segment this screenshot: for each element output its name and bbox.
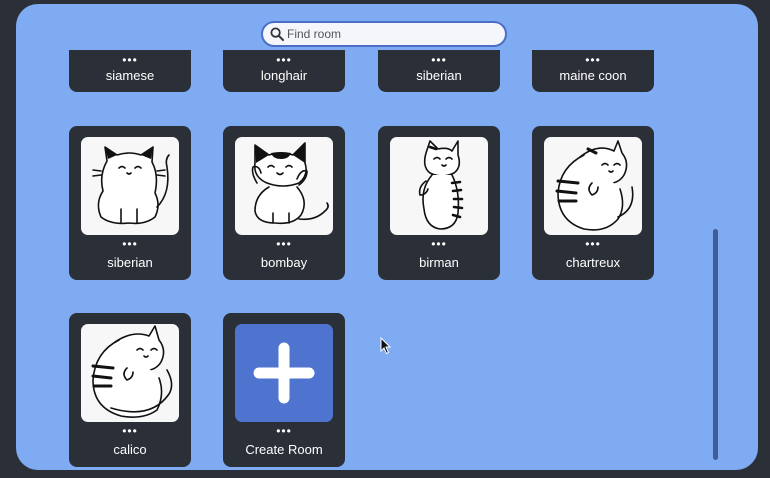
room-card-longhair[interactable]: ••• longhair xyxy=(223,50,345,92)
room-menu-icon[interactable]: ••• xyxy=(532,54,654,66)
room-menu-icon[interactable]: ••• xyxy=(69,54,191,66)
create-room-card[interactable]: ••• Create Room xyxy=(223,313,345,467)
room-menu-icon[interactable]: ••• xyxy=(378,54,500,66)
room-menu-icon[interactable]: ••• xyxy=(223,238,345,250)
room-thumbnail xyxy=(544,137,642,235)
create-room-button[interactable] xyxy=(235,324,333,422)
room-name: siberian xyxy=(416,68,462,83)
room-menu-icon[interactable]: ••• xyxy=(223,54,345,66)
room-card-maine-coon[interactable]: ••• maine coon xyxy=(532,50,654,92)
room-thumbnail xyxy=(390,137,488,235)
room-name: birman xyxy=(419,255,459,270)
room-menu-icon[interactable]: ••• xyxy=(378,238,500,250)
room-menu-icon[interactable]: ••• xyxy=(69,238,191,250)
room-panel: ••• siamese ••• longhair ••• siberian ••… xyxy=(16,4,758,470)
room-name: siamese xyxy=(105,68,155,83)
create-room-label: Create Room xyxy=(245,442,323,457)
mouse-cursor-icon xyxy=(380,337,392,355)
room-menu-icon[interactable]: ••• xyxy=(532,238,654,250)
room-name: bombay xyxy=(260,255,308,270)
room-name: siberian xyxy=(107,255,153,270)
room-card-siberian[interactable]: ••• siberian xyxy=(378,50,500,92)
room-card-bombay[interactable]: ••• bombay xyxy=(223,126,345,280)
room-name: longhair xyxy=(260,68,308,83)
lying-cat-icon xyxy=(91,325,173,418)
search-bar[interactable] xyxy=(261,21,507,47)
room-card-siamese[interactable]: ••• siamese xyxy=(69,50,191,92)
room-card-chartreux[interactable]: ••• chartreux xyxy=(532,126,654,280)
room-name: maine coon xyxy=(559,68,627,83)
room-menu-icon[interactable]: ••• xyxy=(69,425,191,437)
search-input[interactable] xyxy=(287,27,487,41)
waving-cat-icon xyxy=(251,142,329,225)
plus-icon xyxy=(253,342,315,404)
room-menu-icon[interactable]: ••• xyxy=(223,425,345,437)
search-icon xyxy=(270,27,284,41)
room-thumbnail xyxy=(81,137,179,235)
room-card-calico[interactable]: ••• calico xyxy=(69,313,191,467)
sitting-cat-icon xyxy=(92,146,170,225)
room-card-birman[interactable]: ••• birman xyxy=(378,126,500,280)
scrollbar[interactable] xyxy=(713,229,718,460)
room-name: chartreux xyxy=(565,255,621,270)
lying-cat-icon xyxy=(555,140,634,231)
standing-cat-icon xyxy=(418,140,464,230)
room-thumbnail xyxy=(235,137,333,235)
room-card-siberian[interactable]: ••• siberian xyxy=(69,126,191,280)
room-thumbnail xyxy=(81,324,179,422)
room-name: calico xyxy=(113,442,147,457)
